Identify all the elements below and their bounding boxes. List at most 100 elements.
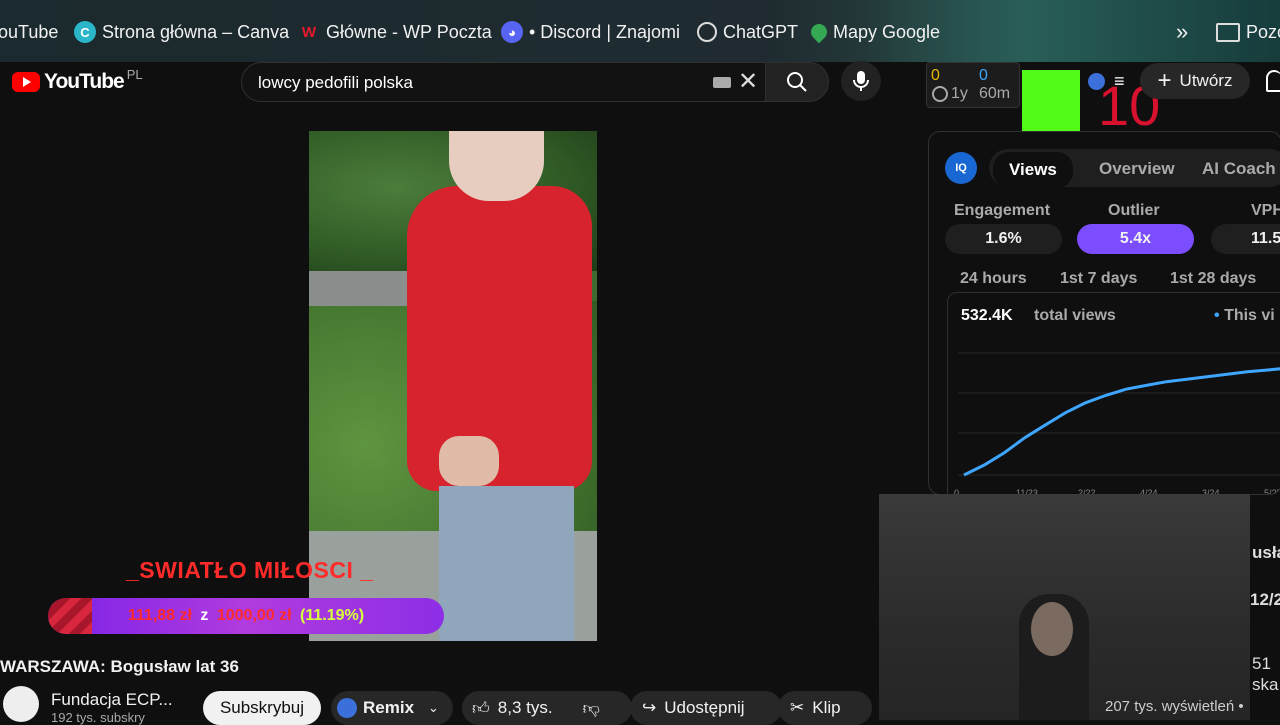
vidiq-icon — [337, 698, 357, 718]
clear-icon[interactable]: ✕ — [738, 67, 758, 96]
donation-separator: z — [200, 607, 209, 624]
like-count: 8,3 tys. — [497, 698, 553, 717]
bookmark-folder[interactable]: Pozo — [1216, 20, 1280, 44]
bookmark-label: ChatGPT — [723, 21, 799, 42]
metric-engagement-value: 1.6% — [945, 224, 1062, 254]
bookmark-discord[interactable]: ◕ • Discord | Znajomi — [501, 20, 680, 44]
chatgpt-icon — [697, 22, 717, 42]
bookmark-label: ouTube — [0, 21, 59, 42]
maps-icon — [807, 20, 831, 44]
kick-logo-icon — [1022, 70, 1080, 132]
bookmark-chatgpt[interactable]: ChatGPT — [697, 20, 798, 44]
bookmark-maps[interactable]: Mapy Google — [807, 20, 941, 44]
video-frame-hands — [439, 436, 499, 486]
timer-minutes: 60m — [979, 85, 1011, 102]
discord-icon: ◕ — [501, 21, 523, 43]
donation-goal-title: _SWIATŁO MIŁOSCI _ — [126, 557, 374, 583]
vidiq-panel: IQ Views Overview AI Coach Engagement Ou… — [928, 131, 1280, 495]
chevron-down-icon: ⌄ — [428, 700, 439, 715]
voice-search-button[interactable] — [841, 61, 881, 101]
bookmark-label: Mapy Google — [833, 21, 941, 42]
youtube-play-icon — [12, 72, 40, 92]
donation-goal: 1000,00 zł — [216, 607, 292, 624]
chart-series-line — [963, 367, 1280, 477]
keyboard-icon[interactable] — [713, 77, 731, 88]
tab-ai-coach[interactable]: AI Coach — [1202, 159, 1276, 179]
canva-icon: C — [74, 21, 96, 43]
thumbs-down-icon[interactable]: 👎︎ — [583, 698, 600, 719]
vidiq-tabs: Views Overview AI Coach — [989, 149, 1280, 188]
metric-vph-value: 11.5 — [1211, 224, 1280, 254]
counter-left: 0 — [931, 67, 940, 84]
bookmark-canva[interactable]: C Strona główna – Canva — [74, 20, 289, 44]
sidebar-count-fragment: 51 — [1252, 654, 1271, 673]
tab-overview[interactable]: Overview — [1099, 159, 1175, 179]
folder-icon — [1216, 22, 1240, 42]
vidiq-menu-icon[interactable] — [1088, 73, 1105, 90]
bookmark-label: Główne - WP Poczta — [326, 21, 492, 42]
tab-views[interactable]: Views — [993, 152, 1073, 188]
period-24h[interactable]: 24 hours — [960, 270, 1027, 288]
views-line-chart: 0 11/23 2/22 4/24 3/24 5/25 — [954, 352, 1280, 495]
subscribe-label: Subskrybuj — [219, 698, 305, 717]
video-frame-person — [407, 186, 592, 491]
bookmark-label: • Discord | Znajomi — [529, 21, 681, 42]
search-icon — [787, 72, 807, 92]
outlier-value: 5.4x — [1119, 230, 1152, 247]
create-label: Utwórz — [1179, 71, 1233, 90]
country-code: PL — [126, 66, 143, 82]
folder-label: Pozo — [1246, 21, 1280, 42]
views-chart: 532.4K total views • This vi 0 11/23 2/22 4… — [947, 292, 1280, 495]
wp-icon: W — [301, 23, 317, 41]
bookmarks-bar: ouTube C Strona główna – Canva W Główne … — [0, 0, 1280, 62]
vidiq-logo-icon: IQ — [945, 152, 977, 184]
search-input[interactable]: lowcy pedofili polska ✕ — [241, 62, 767, 102]
timer-widget: 0 0 1y 60m — [926, 62, 1020, 108]
share-icon: ↪ — [642, 698, 657, 717]
bookmark-youtube[interactable]: ouTube — [0, 20, 58, 44]
channel-name[interactable]: Fundacja ECP... — [51, 690, 173, 710]
video-title: WARSZAWA: Bogusław lat 36 — [0, 657, 239, 676]
video-frame-head — [449, 131, 544, 201]
engagement-value: 1.6% — [985, 230, 1022, 247]
clip-label: Klip — [812, 698, 841, 717]
donation-progress-bar: 111,88 zł z 1000,00 zł (11.19%) — [48, 598, 444, 634]
donation-percent: (11.19%) — [300, 607, 365, 624]
notifications-icon[interactable] — [1266, 70, 1280, 92]
counter-right: 0 — [979, 67, 988, 84]
clock-icon — [932, 86, 948, 102]
channel-avatar[interactable] — [3, 686, 39, 722]
sidebar-text-fragment: ska: — [1252, 675, 1280, 694]
plus-icon: + — [1157, 67, 1172, 94]
sidebar-title-fragment: usła — [1252, 543, 1280, 562]
sidebar-views-fragment: 207 tys. wyświetleń • — [1105, 698, 1244, 715]
search-value: lowcy pedofili polska — [258, 73, 413, 92]
thumbs-up-icon: 👍︎ — [472, 698, 490, 718]
timer-years: 1y — [951, 85, 968, 102]
metric-vph-label: VPH — [1251, 202, 1280, 219]
remix-label: Remix — [363, 698, 415, 717]
webcam-face — [1031, 602, 1073, 656]
sidebar-date-fragment: 12/2 — [1250, 590, 1280, 609]
donation-progress-text: 111,88 zł z 1000,00 zł (11.19%) — [48, 607, 444, 625]
menu-icon[interactable]: ≡ — [1114, 71, 1125, 92]
subscriber-count: 192 tys. subskry — [51, 710, 145, 725]
metric-outlier-label: Outlier — [1108, 202, 1160, 219]
create-button[interactable]: + Utwórz — [1140, 63, 1250, 99]
metric-engagement-label: Engagement — [954, 202, 1051, 219]
double-chevron-icon[interactable]: » — [1176, 19, 1188, 44]
logo-text: YouTube — [44, 70, 125, 93]
period-28d[interactable]: 1st 28 days — [1170, 270, 1256, 288]
period-7d[interactable]: 1st 7 days — [1060, 270, 1137, 288]
webcam-overlay: 207 tys. wyświetleń • — [879, 494, 1250, 720]
bookmark-label: Strona główna – Canva — [102, 21, 290, 42]
search-button[interactable] — [765, 62, 829, 102]
vph-value: 11.5 — [1251, 230, 1280, 247]
bookmark-wp-poczta[interactable]: W Główne - WP Poczta — [298, 20, 492, 44]
video-frame-jeans — [439, 486, 574, 641]
chart-tick-label: 5/25 — [1264, 488, 1280, 495]
metric-outlier-value: 5.4x — [1077, 224, 1194, 254]
youtube-logo[interactable]: YouTube PL — [12, 66, 143, 94]
scissors-icon: ✂ — [790, 698, 805, 717]
share-label: Udostępnij — [664, 698, 745, 717]
